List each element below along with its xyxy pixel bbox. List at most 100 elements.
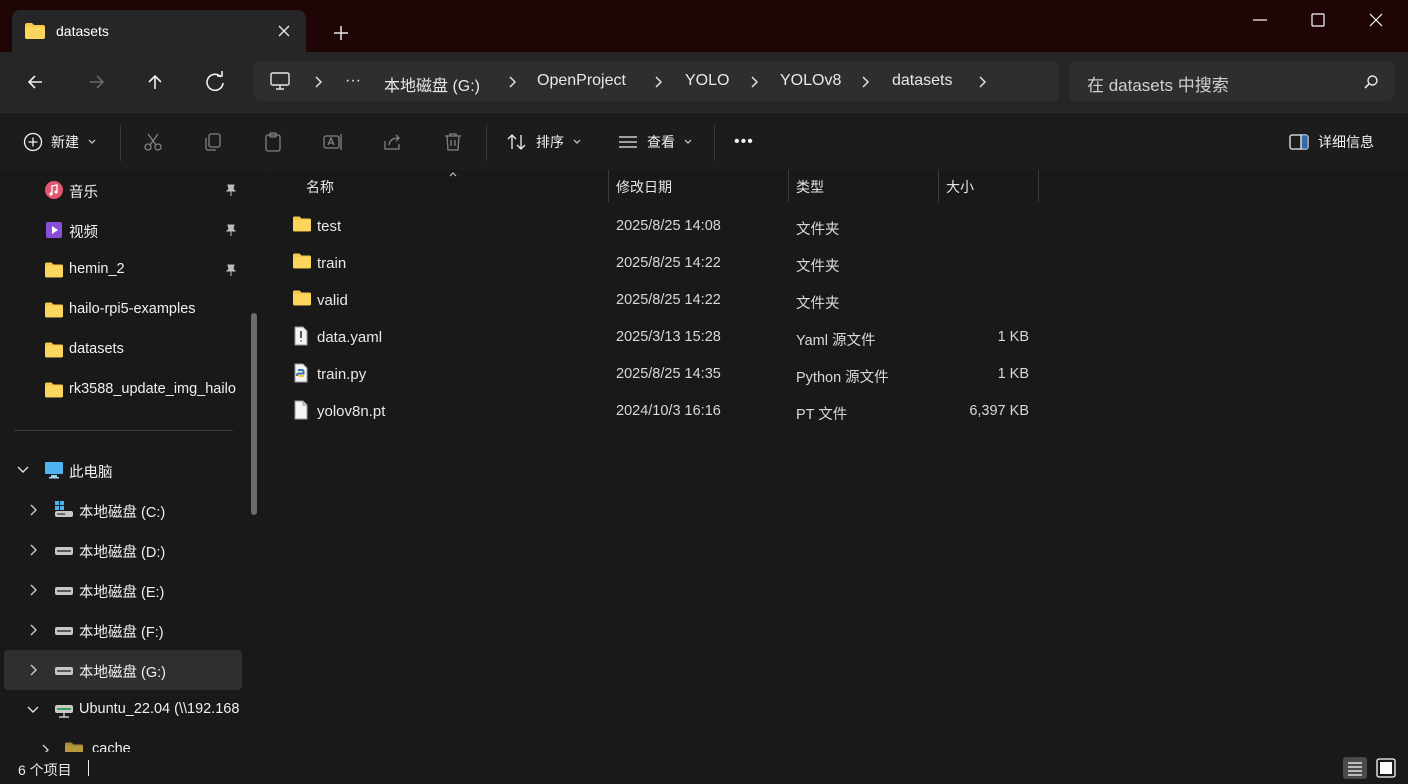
navigation-bar: ··· 本地磁盘 (G:) OpenProject YOLO YOLOv8 da… <box>0 52 1408 112</box>
address-bar[interactable]: ··· 本地磁盘 (G:) OpenProject YOLO YOLOv8 da… <box>254 61 1059 101</box>
toolbar-divider <box>714 125 715 161</box>
paste-icon[interactable] <box>262 131 284 153</box>
chevron-right-icon <box>509 76 516 88</box>
back-icon[interactable] <box>22 68 50 96</box>
chevron-right-icon[interactable] <box>40 744 50 752</box>
file-name: data.yaml <box>317 329 383 346</box>
chevron-right-icon[interactable] <box>28 584 38 596</box>
sidebar-item-label: 本地磁盘 (G:) <box>79 665 166 681</box>
details-pane-button[interactable]: 详细信息 <box>1288 131 1374 153</box>
file-row[interactable]: train.py 2025/8/25 14:35 Python 源文件 1 KB <box>288 356 1058 393</box>
folder-icon <box>25 23 45 39</box>
details-pane-label: 详细信息 <box>1318 134 1374 150</box>
sort-icon <box>507 134 526 150</box>
title-bar: datasets <box>0 0 1408 52</box>
chevron-right-icon[interactable] <box>28 504 38 516</box>
file-type: 文件夹 <box>796 222 840 238</box>
chevron-right-icon[interactable] <box>28 664 38 676</box>
yaml-file-icon <box>294 326 308 346</box>
file-row[interactable]: data.yaml 2025/3/13 15:28 Yaml 源文件 1 KB <box>288 319 1058 356</box>
column-header-type[interactable]: 类型 <box>796 177 824 197</box>
details-view-icon[interactable] <box>1343 757 1367 779</box>
breadcrumb-drive-g[interactable]: 本地磁盘 (G:) <box>384 72 480 96</box>
sidebar-item-drive-e[interactable]: 本地磁盘 (E:) <box>4 570 242 610</box>
maximize-icon[interactable] <box>1308 10 1328 30</box>
sidebar-item-music[interactable]: 音乐 <box>4 170 242 210</box>
large-icons-view-icon[interactable] <box>1374 757 1398 779</box>
file-row[interactable]: train 2025/8/25 14:22 文件夹 <box>288 245 1058 282</box>
sidebar-item-drive-g[interactable]: 本地磁盘 (G:) <box>4 650 242 690</box>
view-button-label: 查看 <box>647 134 675 150</box>
folder-icon <box>293 290 311 306</box>
sidebar-scrollbar[interactable] <box>251 313 257 515</box>
chevron-down-icon[interactable] <box>16 464 30 476</box>
breadcrumb-openproject[interactable]: OpenProject <box>537 72 626 90</box>
sidebar-item-drive-d[interactable]: 本地磁盘 (D:) <box>4 530 242 570</box>
search-icon[interactable] <box>1363 74 1379 90</box>
video-icon <box>46 222 62 238</box>
sort-button[interactable]: 排序 <box>506 131 582 153</box>
new-button-label: 新建 <box>51 134 79 150</box>
sidebar-item-this-pc[interactable]: 此电脑 <box>4 450 242 490</box>
sidebar-item-label: 此电脑 <box>69 465 113 481</box>
sidebar-item-ubuntu-network-drive[interactable]: Ubuntu_22.04 (\\192.168 <box>4 690 242 730</box>
breadcrumb-yolo[interactable]: YOLO <box>685 72 729 90</box>
file-row[interactable]: valid 2025/8/25 14:22 文件夹 <box>288 282 1058 319</box>
file-name: train.py <box>317 366 367 383</box>
column-divider[interactable] <box>608 170 609 202</box>
chevron-right-icon[interactable] <box>977 75 987 89</box>
breadcrumb-more[interactable]: ··· <box>345 72 361 90</box>
forward-icon[interactable] <box>82 68 110 96</box>
close-window-icon[interactable] <box>1366 10 1386 30</box>
more-options-button[interactable]: ••• <box>734 131 754 153</box>
sidebar-item-label: rk3588_update_img_hailo <box>69 381 236 397</box>
chevron-right-icon[interactable] <box>28 544 38 556</box>
pin-icon[interactable] <box>224 223 238 237</box>
share-icon[interactable] <box>382 131 404 153</box>
copy-icon[interactable] <box>202 131 224 153</box>
column-divider[interactable] <box>1038 170 1039 202</box>
column-divider[interactable] <box>938 170 939 202</box>
sidebar-item-hailo-rpi5-examples[interactable]: hailo-rpi5-examples <box>4 290 242 330</box>
rename-icon[interactable] <box>322 131 344 153</box>
tab-datasets[interactable]: datasets <box>12 10 306 52</box>
file-row[interactable]: yolov8n.pt 2024/10/3 16:16 PT 文件 6,397 K… <box>288 393 1058 430</box>
file-type: PT 文件 <box>796 407 848 423</box>
sidebar-item-label: datasets <box>69 341 124 357</box>
sidebar-item-label: 本地磁盘 (C:) <box>79 505 166 521</box>
search-box[interactable]: 在 datasets 中搜索 <box>1069 61 1394 101</box>
new-tab-icon[interactable] <box>330 22 352 44</box>
sidebar-item-label: 音乐 <box>69 185 98 201</box>
breadcrumb-datasets[interactable]: datasets <box>892 72 952 90</box>
sidebar-item-drive-f[interactable]: 本地磁盘 (F:) <box>4 610 242 650</box>
file-row[interactable]: test 2025/8/25 14:08 文件夹 <box>288 208 1058 245</box>
chevron-down-icon[interactable] <box>26 704 40 716</box>
column-header-modified[interactable]: 修改日期 <box>616 177 672 197</box>
sidebar-item-drive-c[interactable]: 本地磁盘 (C:) <box>4 490 242 530</box>
column-header-size[interactable]: 大小 <box>946 177 974 197</box>
file-name: yolov8n.pt <box>317 403 386 420</box>
refresh-icon[interactable] <box>201 68 229 96</box>
chevron-right-icon[interactable] <box>28 624 38 636</box>
pin-icon[interactable] <box>224 183 238 197</box>
pin-icon[interactable] <box>224 263 238 277</box>
cut-icon[interactable] <box>142 131 164 153</box>
sidebar-item-cache[interactable]: cache <box>4 730 242 752</box>
drive-icon <box>55 587 73 595</box>
column-divider[interactable] <box>788 170 789 202</box>
breadcrumb-yolov8[interactable]: YOLOv8 <box>780 72 841 90</box>
delete-icon[interactable] <box>442 131 464 153</box>
chevron-right-icon <box>315 76 322 88</box>
sidebar-item-rk3588-update-img[interactable]: rk3588_update_img_hailo <box>4 370 242 410</box>
sidebar-item-videos[interactable]: 视频 <box>4 210 242 250</box>
view-button[interactable]: 查看 <box>617 131 693 153</box>
chevron-down-icon <box>684 139 692 144</box>
column-header-name[interactable]: 名称 <box>306 177 334 197</box>
up-icon[interactable] <box>141 68 169 96</box>
sidebar-item-datasets[interactable]: datasets <box>4 330 242 370</box>
minimize-icon[interactable] <box>1250 10 1270 30</box>
new-button[interactable]: 新建 <box>23 131 97 153</box>
close-icon[interactable] <box>274 22 296 42</box>
sidebar-item-hemin-2[interactable]: hemin_2 <box>4 250 242 290</box>
file-type: 文件夹 <box>796 296 840 312</box>
